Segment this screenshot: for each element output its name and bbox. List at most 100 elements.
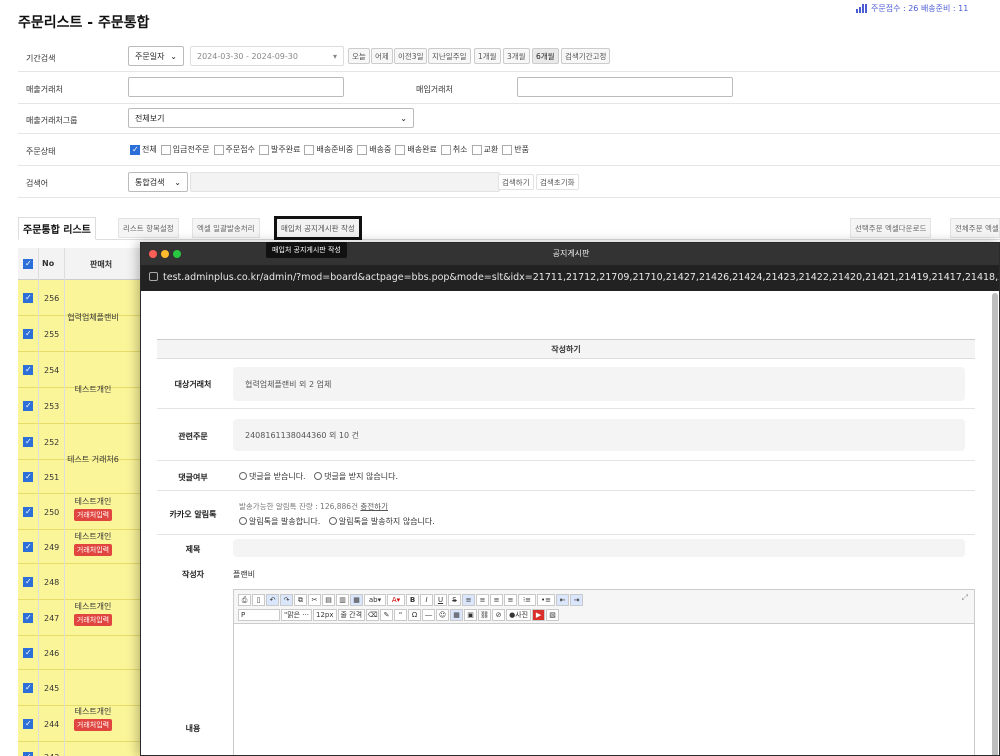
row-checkbox[interactable] [23, 329, 33, 339]
emoji-icon[interactable]: ☺ [436, 609, 450, 621]
insert-photo-button[interactable]: ●사진 [506, 609, 532, 621]
italic-icon[interactable]: I [420, 594, 433, 606]
strikethrough-icon[interactable]: S [448, 594, 461, 606]
range-1month-button[interactable]: 1개월 [474, 48, 501, 64]
row-checkbox[interactable] [23, 365, 33, 375]
tab-buyer-notice[interactable]: 매입처 공지게시판 작성 [274, 216, 362, 240]
seller-group-select[interactable]: 전체보기 ⌄ [128, 108, 414, 128]
minimize-window-icon[interactable] [161, 250, 169, 258]
row-checkbox[interactable] [23, 293, 33, 303]
redo-icon[interactable]: ↷ [280, 594, 293, 606]
align-left-icon[interactable]: ≡ [462, 594, 475, 606]
excel-all-button[interactable]: 전체주문 엑셀 [950, 218, 1000, 238]
status-all-checkbox[interactable]: 전체 [130, 144, 157, 155]
seller-input-tag[interactable]: 거래처입력 [73, 544, 113, 556]
range-3months-button[interactable]: 3개월 [503, 48, 530, 64]
paste-text-icon[interactable]: ▥ [336, 594, 349, 606]
undo-icon[interactable]: ↶ [266, 594, 279, 606]
row-checkbox[interactable] [23, 472, 33, 482]
select-all-checkbox[interactable] [23, 259, 33, 269]
unlink-icon[interactable]: ⊘ [492, 609, 506, 621]
search-reset-button[interactable]: 검색초기화 [536, 174, 579, 190]
image-icon[interactable]: ▧ [546, 609, 560, 621]
font-color-icon[interactable]: A▾ [387, 594, 405, 606]
editor-body[interactable] [234, 625, 974, 755]
row-checkbox[interactable] [23, 752, 33, 756]
special-char-icon[interactable]: Ω [408, 609, 422, 621]
range-3days-button[interactable]: 이전3일 [394, 48, 428, 64]
status-shipping-checkbox[interactable]: 배송중 [357, 144, 391, 155]
kakao-nosend-radio[interactable]: 알림톡을 발송하지 않습니다. [328, 517, 435, 526]
row-checkbox[interactable] [23, 613, 33, 623]
status-preparing-checkbox[interactable]: 배송준비중 [304, 144, 353, 155]
search-button[interactable]: 검색하기 [498, 174, 534, 190]
row-checkbox[interactable] [23, 542, 33, 552]
bold-icon[interactable]: B [406, 594, 419, 606]
range-fix-button[interactable]: 검색기간고정 [561, 48, 611, 64]
row-checkbox[interactable] [23, 648, 33, 658]
period-type-select[interactable]: 주문일자 ⌄ [128, 46, 184, 66]
row-checkbox[interactable] [23, 577, 33, 587]
align-center-icon[interactable]: ≡ [476, 594, 489, 606]
excel-selected-button[interactable]: 선택주문 엑셀다운로드 [850, 218, 932, 238]
print-icon[interactable]: ⎙ [238, 594, 251, 606]
range-6months-button[interactable]: 6개월 [532, 48, 559, 64]
highlight-color-icon[interactable]: ab▾ [364, 594, 386, 606]
row-checkbox[interactable] [23, 507, 33, 517]
seller-input[interactable] [128, 77, 344, 97]
new-doc-icon[interactable]: ▯ [252, 594, 265, 606]
kakao-charge-link[interactable]: 충전하기 [360, 502, 388, 511]
select-all-icon[interactable]: ▦ [350, 594, 363, 606]
tab-list-settings[interactable]: 리스트 항목설정 [118, 218, 179, 238]
quote-icon[interactable]: “ [394, 609, 408, 621]
kakao-send-radio[interactable]: 알림톡을 발송합니다. [239, 517, 320, 526]
status-cancel-checkbox[interactable]: 취소 [440, 144, 468, 155]
subject-input[interactable] [233, 539, 965, 557]
popup-address-bar[interactable]: test.adminplus.co.kr/admin/?mod=board&ac… [141, 265, 999, 291]
range-week-button[interactable]: 지난일주일 [428, 48, 471, 64]
tab-excel-shipping[interactable]: 엑셀 일괄발송처리 [192, 218, 260, 238]
underline-icon[interactable]: U [434, 594, 447, 606]
tab-order-list[interactable]: 주문통합 리스트 [18, 217, 96, 240]
brush-icon[interactable]: ✎ [380, 609, 394, 621]
site-info-icon[interactable] [149, 272, 158, 281]
row-checkbox[interactable] [23, 437, 33, 447]
font-family-select[interactable]: "맑은 ··· [281, 609, 313, 621]
paste-icon[interactable]: ▤ [322, 594, 335, 606]
close-window-icon[interactable] [149, 250, 157, 258]
unordered-list-icon[interactable]: •≡ [537, 594, 555, 606]
range-today-button[interactable]: 오늘 [348, 48, 370, 64]
copy-icon[interactable]: ⧉ [294, 594, 307, 606]
align-justify-icon[interactable]: ≡ [504, 594, 517, 606]
row-checkbox[interactable] [23, 719, 33, 729]
keyword-input[interactable] [190, 172, 500, 192]
seller-input-tag[interactable]: 거래처입력 [73, 719, 113, 731]
indent-icon[interactable]: ⇥ [570, 594, 583, 606]
maximize-window-icon[interactable] [173, 250, 181, 258]
comment-no-radio[interactable]: 댓글을 받지 않습니다. [314, 472, 398, 481]
comment-yes-radio[interactable]: 댓글을 받습니다. [239, 472, 306, 481]
horizontal-line-icon[interactable]: ― [422, 609, 436, 621]
font-size-select[interactable]: 12px [313, 609, 337, 621]
video-icon[interactable]: ▶ [532, 609, 546, 621]
outdent-icon[interactable]: ⇤ [556, 594, 569, 606]
expand-icon[interactable]: ⤢ [962, 593, 968, 603]
row-checkbox[interactable] [23, 683, 33, 693]
keyword-type-select[interactable]: 통합검색 ⌄ [128, 172, 188, 192]
align-right-icon[interactable]: ≡ [490, 594, 503, 606]
eraser-icon[interactable]: ⌫ [366, 609, 380, 621]
status-unpaid-checkbox[interactable]: 입금전주문 [160, 144, 210, 155]
layout-icon[interactable]: ▣ [464, 609, 478, 621]
table-icon[interactable]: ▦ [450, 609, 464, 621]
line-height-select[interactable]: 줄 간격 [337, 609, 366, 621]
row-checkbox[interactable] [23, 401, 33, 411]
range-yesterday-button[interactable]: 어제 [371, 48, 393, 64]
status-received-checkbox[interactable]: 주문접수 [213, 144, 255, 155]
cut-icon[interactable]: ✂ [308, 594, 321, 606]
ordered-list-icon[interactable]: ⁝≡ [518, 594, 536, 606]
status-delivered-checkbox[interactable]: 배송완료 [395, 144, 437, 155]
paragraph-select[interactable]: P [238, 609, 280, 621]
date-range-picker[interactable]: 2024-03-30 - 2024-09-30 ▾ [190, 46, 344, 66]
status-ordered-checkbox[interactable]: 발주완료 [259, 144, 300, 155]
seller-input-tag[interactable]: 거래처입력 [73, 614, 113, 626]
